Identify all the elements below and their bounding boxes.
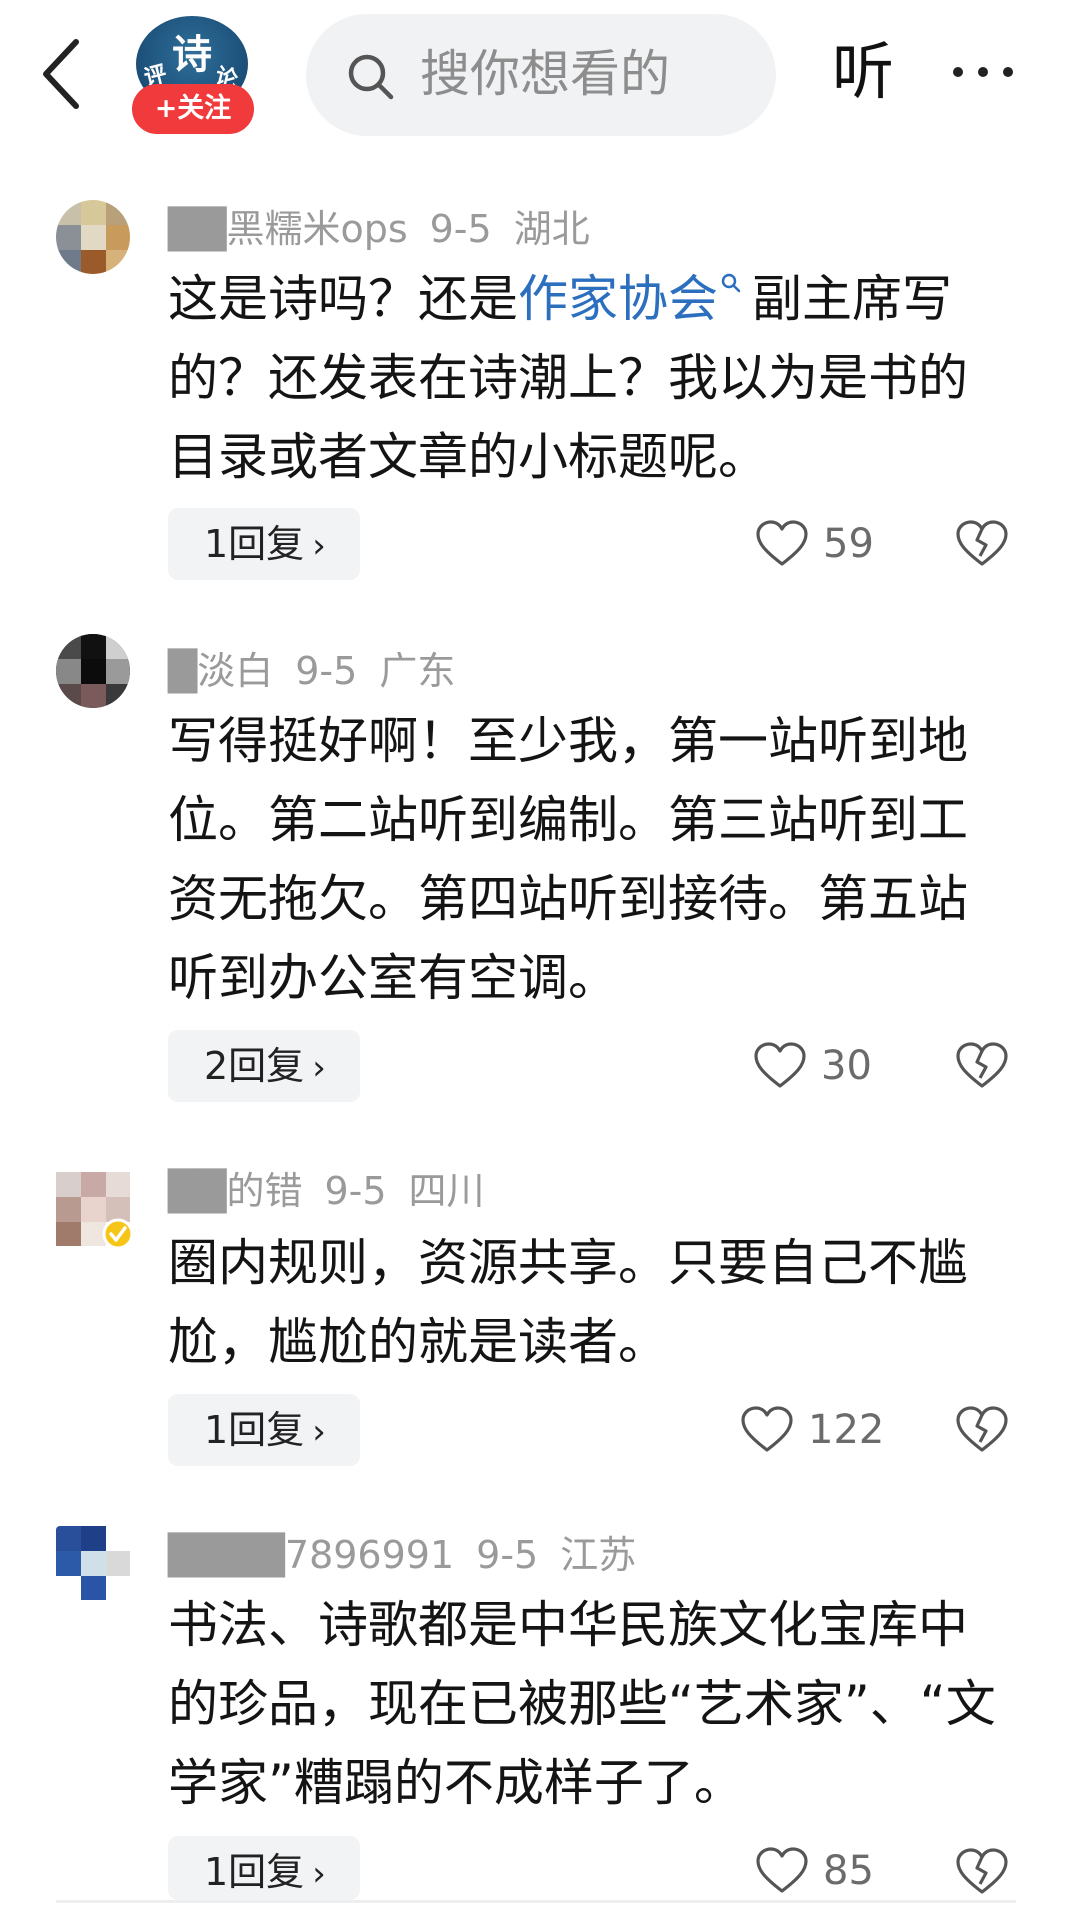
search-link-icon — [721, 273, 741, 293]
follow-button[interactable]: +关注 — [132, 84, 254, 134]
broken-heart-icon[interactable] — [955, 1404, 1009, 1456]
comment-location: 湖北 — [513, 207, 590, 251]
search-input[interactable]: 搜你想看的 — [306, 14, 776, 136]
replies-label: 2回复 — [204, 1044, 305, 1088]
heart-icon — [741, 1406, 793, 1452]
username[interactable]: ██黑糯米ops — [168, 207, 408, 251]
username[interactable]: █淡白 — [168, 649, 273, 693]
broken-heart-icon[interactable] — [955, 1040, 1009, 1092]
broken-heart-icon[interactable] — [955, 518, 1009, 570]
replies-button[interactable]: 1回复 › — [168, 508, 360, 580]
comment-text: 书法、诗歌都是中华民族文化宝库中的珍品，现在已被那些“艺术家”、“文学家”糟蹋的… — [168, 1596, 996, 1812]
comment-location: 广东 — [379, 649, 456, 693]
replies-label: 1回复 — [204, 1408, 305, 1452]
comment-location: 四川 — [408, 1169, 485, 1213]
comment-location: 江苏 — [560, 1533, 637, 1577]
avatar[interactable] — [56, 634, 130, 708]
like-button[interactable]: 59 — [755, 514, 874, 574]
chevron-right-icon: › — [312, 526, 326, 566]
comment-meta: ██的错 9-5 四川 — [168, 1168, 507, 1214]
broken-heart-icon[interactable] — [955, 1846, 1009, 1896]
like-button[interactable]: 30 — [753, 1036, 872, 1096]
comment-date: 9-5 — [324, 1169, 387, 1213]
search-icon — [348, 54, 394, 100]
topic-link-text: 作家协会 — [518, 270, 718, 328]
like-count: 30 — [821, 1043, 872, 1089]
replies-button[interactable]: 2回复 › — [168, 1030, 360, 1102]
listen-button[interactable]: 听 — [832, 34, 894, 110]
logo-main-char: 诗 — [172, 31, 212, 78]
bottom-divider — [56, 1900, 1016, 1903]
chevron-right-icon: › — [312, 1854, 326, 1894]
replies-label: 1回复 — [204, 522, 305, 566]
replies-button[interactable]: 1回复 › — [168, 1394, 360, 1466]
comment-text: 写得挺好啊！至少我，第一站听到地位。第二站听到编制。第三站听到工资无拖欠。第四站… — [168, 712, 968, 1007]
back-arrow-icon[interactable] — [38, 36, 88, 112]
comment-text: 这是诗吗？还是作家协会 副主席写的？还发表在诗潮上？我以为是书的目录或者文章的小标… — [168, 260, 998, 497]
username[interactable]: ██的错 — [168, 1169, 302, 1213]
heart-icon — [754, 1042, 806, 1088]
search-placeholder: 搜你想看的 — [420, 45, 670, 103]
avatar[interactable] — [56, 1526, 130, 1600]
avatar[interactable] — [56, 1172, 134, 1250]
like-count: 122 — [808, 1407, 885, 1453]
like-button[interactable]: 122 — [740, 1400, 884, 1460]
like-count: 59 — [823, 521, 874, 567]
comment-meta: ████7896991 9-5 江苏 — [168, 1532, 658, 1578]
comment-meta: █淡白 9-5 广东 — [168, 648, 477, 694]
more-icon[interactable] — [948, 52, 1018, 92]
replies-label: 1回复 — [204, 1850, 305, 1894]
top-bar: 诗 评 论 +关注 搜你想看的 听 — [0, 0, 1070, 160]
comment-text-part: 这是诗吗？还是 — [168, 270, 518, 328]
comment-date: 9-5 — [295, 649, 358, 693]
comment-date: 9-5 — [429, 207, 492, 251]
avatar[interactable] — [56, 200, 130, 274]
chevron-right-icon: › — [312, 1048, 326, 1088]
replies-button[interactable]: 1回复 › — [168, 1836, 360, 1900]
comment-date: 9-5 — [476, 1533, 539, 1577]
heart-icon — [756, 520, 808, 566]
like-button[interactable]: 85 — [755, 1842, 874, 1900]
username[interactable]: ████7896991 — [168, 1533, 454, 1577]
comment-meta: ██黑糯米ops 9-5 湖北 — [168, 206, 612, 252]
comment-text: 圈内规则，资源共享。只要自己不尴尬，尴尬的就是读者。 — [168, 1234, 968, 1371]
account-avatar[interactable]: 诗 评 论 +关注 — [130, 16, 256, 136]
topic-link[interactable]: 作家协会 — [518, 270, 752, 328]
chevron-right-icon: › — [312, 1412, 326, 1452]
heart-icon — [756, 1847, 808, 1893]
like-count: 85 — [823, 1848, 874, 1894]
